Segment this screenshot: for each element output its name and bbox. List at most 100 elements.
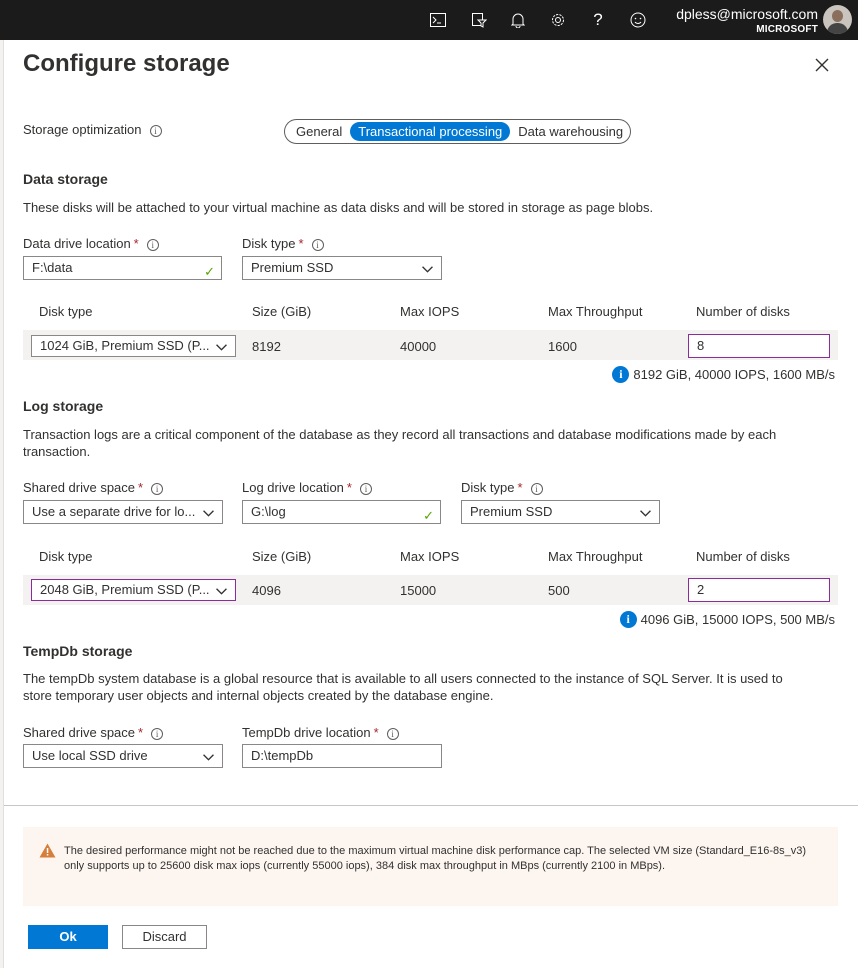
column-header-number-of-disks: Number of disks (696, 304, 790, 319)
tempdb-drive-location-text: TempDb drive location (242, 725, 371, 740)
tempdb-storage-title: TempDb storage (23, 643, 133, 659)
info-icon[interactable]: i (151, 483, 164, 495)
performance-warning: The desired performance might not be rea… (23, 827, 838, 906)
required-marker: * (517, 480, 523, 495)
log-disk-size-value: 2048 GiB, Premium SSD (P... (40, 582, 210, 597)
storage-optimization-label: Storage optimization i (23, 122, 162, 137)
data-disk-size-select[interactable]: 1024 GiB, Premium SSD (P... (31, 335, 236, 357)
data-disk-type-select[interactable]: Premium SSD (242, 256, 442, 280)
data-disk-type-value: Premium SSD (251, 260, 334, 275)
info-icon[interactable]: i (386, 728, 399, 740)
log-disk-size-select[interactable]: 2048 GiB, Premium SSD (P... (31, 579, 236, 601)
required-marker: * (373, 725, 379, 740)
storage-optimization-text: Storage optimization (23, 122, 142, 137)
checkmark-icon: ✓ (204, 264, 215, 279)
info-icon[interactable]: i (149, 125, 162, 137)
directory-filter-icon[interactable] (468, 9, 490, 31)
log-drive-location-value: G:\log (251, 504, 286, 519)
account-info[interactable]: dpless@microsoft.com MICROSOFT (676, 6, 818, 36)
chevron-down-icon (422, 266, 433, 273)
data-disk-size-value: 1024 GiB, Premium SSD (P... (40, 338, 210, 353)
log-drive-location-label: Log drive location * i (242, 480, 372, 495)
info-icon[interactable]: i (530, 483, 543, 495)
help-icon[interactable]: ? (587, 9, 609, 31)
tempdb-shared-drive-text: Shared drive space (23, 725, 136, 740)
data-drive-location-text: Data drive location (23, 236, 131, 251)
data-drive-location-input[interactable]: F:\data ✓ (23, 256, 222, 280)
required-marker: * (138, 480, 144, 495)
log-throughput-cell: 500 (548, 583, 570, 598)
optimization-transactional[interactable]: Transactional processing (350, 122, 511, 141)
column-header-iops: Max IOPS (400, 549, 460, 564)
checkmark-icon: ✓ (423, 508, 434, 523)
data-storage-summary-text: 8192 GiB, 40000 IOPS, 1600 MB/s (633, 367, 835, 382)
log-storage-title: Log storage (23, 398, 104, 414)
required-marker: * (138, 725, 144, 740)
log-disk-type-value: Premium SSD (470, 504, 553, 519)
page-title: Configure storage (23, 50, 230, 77)
column-header-iops: Max IOPS (400, 304, 460, 319)
storage-optimization-toggle: General Transactional processing Data wa… (284, 119, 631, 144)
chevron-down-icon (203, 754, 214, 761)
data-storage-description: These disks will be attached to your vir… (23, 200, 654, 215)
data-drive-location-label: Data drive location * i (23, 236, 159, 251)
log-drive-location-input[interactable]: G:\log ✓ (242, 500, 441, 524)
tempdb-drive-location-label: TempDb drive location * i (242, 725, 399, 740)
log-disk-type-label: Disk type * i (461, 480, 543, 495)
log-iops-cell: 15000 (400, 583, 437, 598)
info-icon[interactable]: i (146, 239, 159, 251)
settings-icon[interactable] (547, 9, 569, 31)
data-disk-type-text: Disk type (242, 236, 296, 251)
data-number-of-disks-input[interactable]: 8 (688, 334, 830, 358)
data-storage-summary: i 8192 GiB, 40000 IOPS, 1600 MB/s (612, 366, 835, 383)
data-iops-cell: 40000 (400, 339, 437, 354)
warning-icon (39, 843, 56, 858)
left-edge (0, 40, 4, 968)
chevron-down-icon (640, 510, 651, 517)
log-number-of-disks-value: 2 (697, 582, 705, 597)
log-storage-description: Transaction logs are a critical componen… (23, 427, 777, 459)
info-icon[interactable]: i (359, 483, 372, 495)
discard-button[interactable]: Discard (122, 925, 207, 949)
tempdb-shared-drive-select[interactable]: Use local SSD drive (23, 744, 223, 768)
log-disk-type-text: Disk type (461, 480, 515, 495)
tempdb-drive-location-input[interactable]: D:\tempDb (242, 744, 442, 768)
notifications-icon[interactable] (507, 9, 529, 31)
column-header-disk-type: Disk type (39, 304, 93, 319)
optimization-warehousing[interactable]: Data warehousing (510, 122, 631, 141)
account-tenant: MICROSOFT (756, 24, 818, 35)
optimization-general[interactable]: General (288, 122, 350, 141)
account-email: dpless@microsoft.com (676, 6, 818, 22)
log-shared-drive-value: Use a separate drive for lo... (32, 504, 196, 519)
top-bar: ? dpless@microsoft.com MICROSOFT (0, 0, 858, 40)
tempdb-shared-drive-value: Use local SSD drive (32, 748, 148, 763)
column-header-size: Size (GiB) (252, 549, 312, 564)
data-size-cell: 8192 (252, 339, 281, 354)
log-drive-location-text: Log drive location (242, 480, 344, 495)
column-header-throughput: Max Throughput (548, 304, 643, 319)
avatar[interactable] (823, 5, 852, 34)
data-disk-type-label: Disk type * i (242, 236, 324, 251)
chevron-down-icon (216, 344, 227, 351)
required-marker: * (298, 236, 304, 251)
cloud-shell-icon[interactable] (427, 9, 449, 31)
data-drive-location-value: F:\data (32, 260, 73, 275)
feedback-icon[interactable] (627, 9, 649, 31)
log-storage-summary-text: 4096 GiB, 15000 IOPS, 500 MB/s (640, 612, 835, 627)
info-icon[interactable]: i (151, 728, 164, 740)
log-disk-type-select[interactable]: Premium SSD (461, 500, 660, 524)
close-icon[interactable] (812, 55, 832, 75)
log-shared-drive-select[interactable]: Use a separate drive for lo... (23, 500, 223, 524)
column-header-number-of-disks: Number of disks (696, 549, 790, 564)
column-header-throughput: Max Throughput (548, 549, 643, 564)
required-marker: * (346, 480, 352, 495)
data-number-of-disks-value: 8 (697, 338, 705, 353)
warning-text: The desired performance might not be rea… (64, 845, 807, 872)
ok-button[interactable]: Ok (28, 925, 108, 949)
log-shared-drive-label: Shared drive space * i (23, 480, 164, 495)
chevron-down-icon (216, 588, 227, 595)
info-icon[interactable]: i (311, 239, 324, 251)
chevron-down-icon (203, 510, 214, 517)
tempdb-drive-location-value: D:\tempDb (251, 748, 314, 763)
log-number-of-disks-input[interactable]: 2 (688, 578, 830, 602)
